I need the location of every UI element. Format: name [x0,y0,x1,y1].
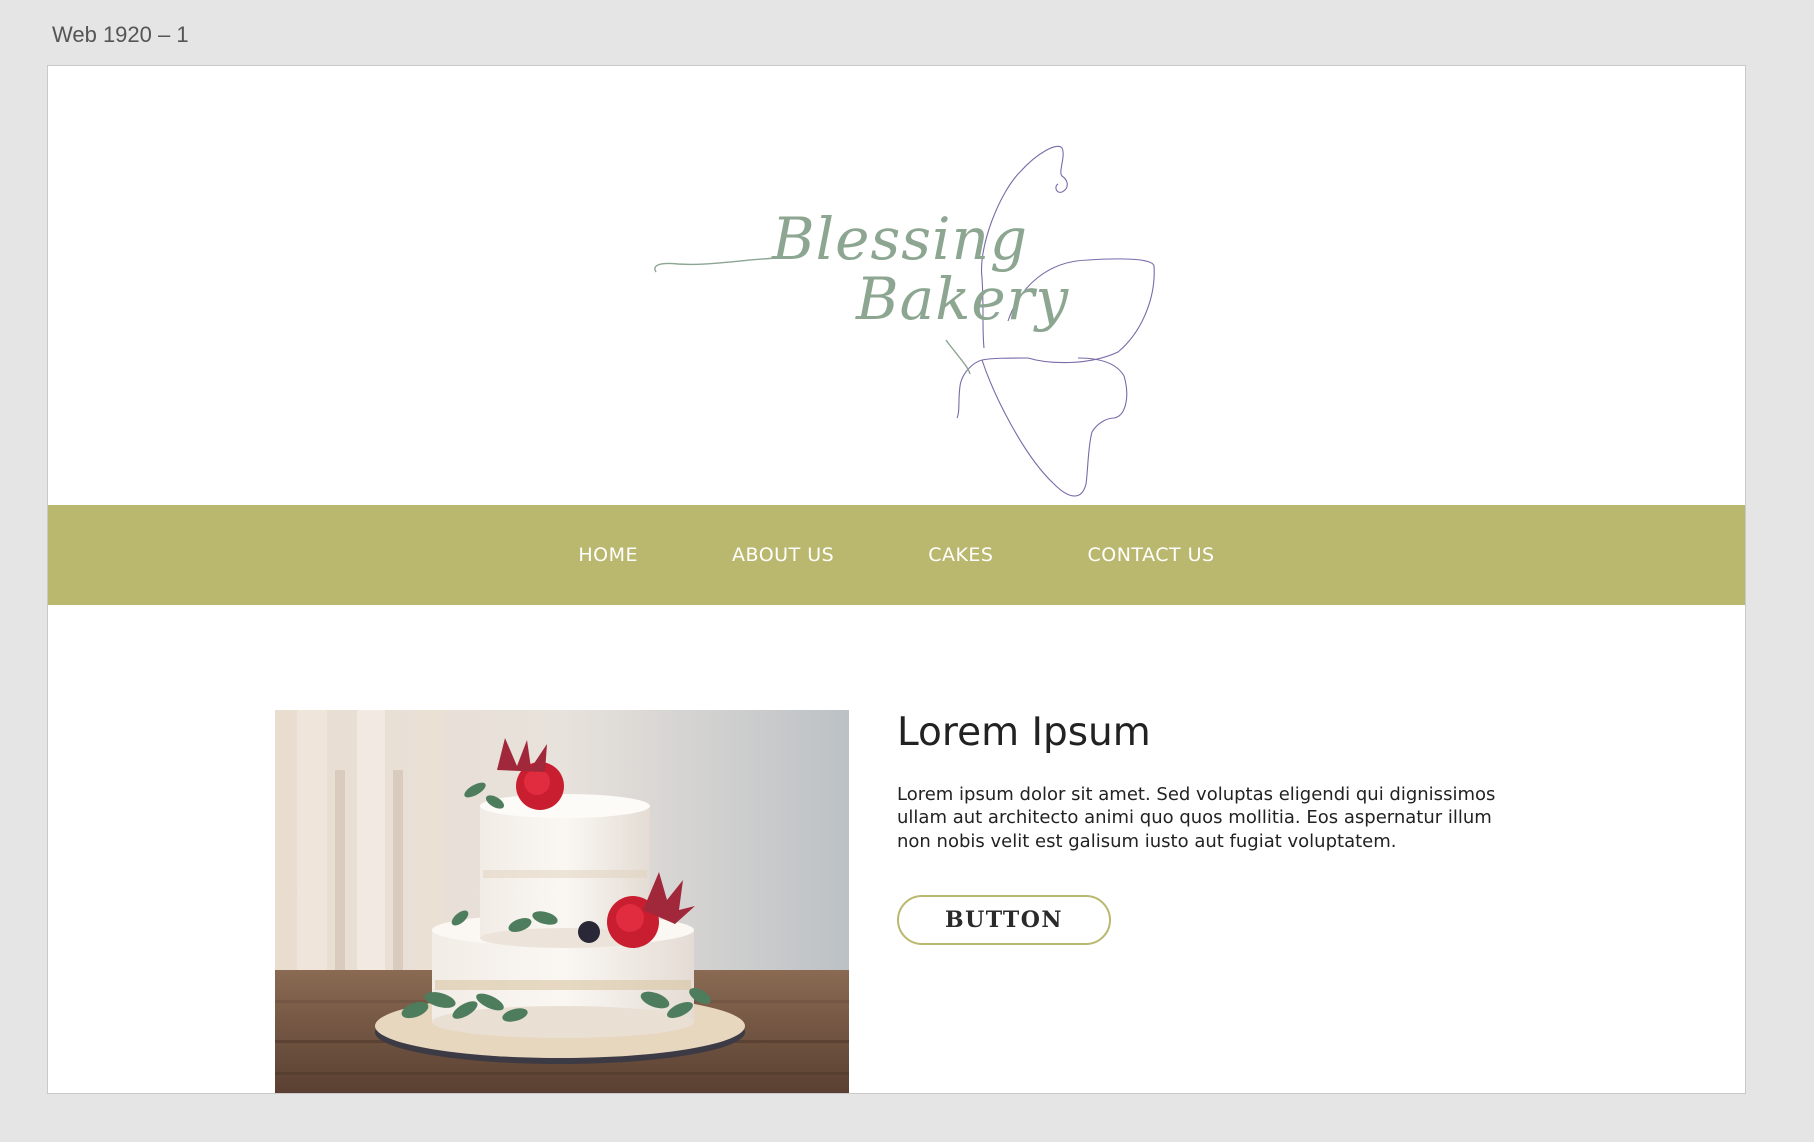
nav-item-home[interactable]: Home [531,544,685,566]
nav-item-about-us[interactable]: About us [685,544,881,566]
primary-button[interactable]: BUTTON [897,895,1111,946]
web-artboard: Blessing Bakery Home About us Cakes Cont… [47,65,1746,1094]
logo-text-line2: Bakery [856,265,1070,333]
artboard-label: Web 1920 – 1 [52,22,189,47]
cake-photo [275,710,849,1093]
nav-item-contact-us[interactable]: Contact us [1041,544,1262,566]
hero-body-text: Lorem ipsum dolor sit amet. Sed voluptas… [897,783,1496,852]
nav-item-cakes[interactable]: Cakes [881,544,1040,566]
cake-image [275,710,849,1093]
hero-heading: Lorem Ipsum [897,710,1151,755]
logo-text-line1: Blessing [772,205,1029,273]
main-navigation: Home About us Cakes Contact us [48,505,1745,605]
bakery-logo[interactable]: Blessing Bakery [648,96,1168,526]
hero-content: Lorem Ipsum Lorem ipsum dolor sit amet. … [897,710,1517,946]
